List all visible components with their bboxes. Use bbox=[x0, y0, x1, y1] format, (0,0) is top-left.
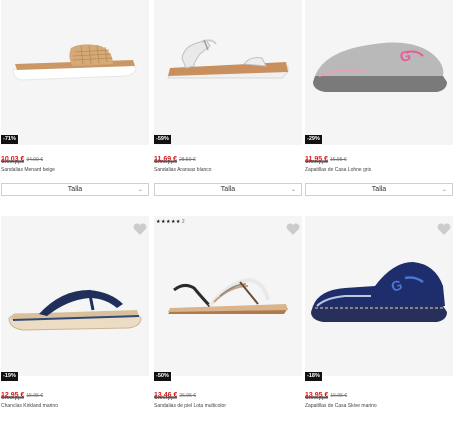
discount-badge: -19% bbox=[1, 372, 18, 381]
product-name[interactable]: Zapatillas de Casa Skive marino bbox=[305, 403, 377, 409]
brand-name: Gioseppo bbox=[305, 395, 329, 401]
sandal-multicolor-image bbox=[168, 277, 288, 314]
brand-name: Gioseppo bbox=[1, 395, 25, 401]
discount-badge: -50% bbox=[154, 372, 171, 381]
product-image[interactable] bbox=[1, 0, 149, 145]
brand-name: Gioseppo bbox=[305, 159, 329, 165]
chevron-down-icon: ⌄ bbox=[441, 187, 447, 193]
chevron-down-icon: ⌄ bbox=[137, 187, 143, 193]
product-card[interactable]: -19% 12.95 €15.95 € Gioseppo Chanclas Ki… bbox=[1, 216, 149, 422]
product-grid: -71% 10.03 €34.90 € Gioseppo Sandalias M… bbox=[0, 0, 475, 422]
product-image[interactable]: G bbox=[305, 216, 453, 376]
product-card[interactable]: -71% 10.03 €34.90 € Gioseppo Sandalias M… bbox=[1, 0, 149, 200]
heart-icon[interactable] bbox=[286, 222, 300, 235]
old-price: 28.50 € bbox=[178, 157, 196, 163]
product-card[interactable]: G -29% 11.95 €16.95 € Gioseppo Zapatilla… bbox=[305, 0, 453, 200]
brand-name: Gioseppo bbox=[154, 159, 178, 165]
size-select-label: Talla bbox=[220, 186, 236, 193]
slipper-navy-image: G bbox=[311, 262, 447, 322]
heart-icon[interactable] bbox=[133, 222, 147, 235]
product-image[interactable] bbox=[1, 216, 149, 376]
product-card[interactable]: G -18% 13.95 €16.95 € Gioseppo Zapatilla… bbox=[305, 216, 453, 422]
product-name[interactable]: Chanclas Kirkland marino bbox=[1, 403, 58, 409]
old-price: 16.95 € bbox=[329, 157, 347, 163]
sandal-white-strap-image bbox=[167, 39, 289, 79]
product-image[interactable]: G bbox=[305, 0, 453, 145]
brand-name: Gioseppo bbox=[1, 159, 25, 165]
product-card[interactable]: -59% 11.69 €28.50 € Gioseppo Sandalias A… bbox=[154, 0, 302, 200]
product-name[interactable]: Sandalias de piel Lota multicolor bbox=[154, 403, 226, 409]
rating-count: 2 bbox=[181, 219, 186, 225]
product-image[interactable] bbox=[154, 0, 302, 145]
sandal-braided-tan-image bbox=[12, 44, 137, 81]
rating-stars: ★★★★★2 bbox=[156, 219, 185, 225]
flipflop-navy-image bbox=[8, 289, 142, 331]
discount-badge: -71% bbox=[1, 135, 18, 144]
size-select[interactable]: Talla ⌄ bbox=[154, 183, 302, 196]
heart-icon[interactable] bbox=[437, 222, 451, 235]
old-price: 16.95 € bbox=[330, 393, 348, 399]
discount-badge: -59% bbox=[154, 135, 171, 144]
slipper-grey-pink-image: G bbox=[313, 42, 447, 92]
discount-badge: -18% bbox=[305, 372, 322, 381]
product-card[interactable]: ★★★★★2 -50% 13.46 €26.95 € Gioseppo Sand… bbox=[154, 216, 302, 422]
discount-badge: -29% bbox=[305, 135, 322, 144]
size-select-label: Talla bbox=[371, 186, 387, 193]
size-select[interactable]: Talla ⌄ bbox=[305, 183, 453, 196]
brand-name: Gioseppo bbox=[154, 395, 178, 401]
old-price: 26.95 € bbox=[179, 393, 197, 399]
star-rating: ★★★★★ bbox=[156, 219, 181, 225]
old-price: 15.95 € bbox=[26, 393, 44, 399]
product-name[interactable]: Sandalias Aransas blanco bbox=[154, 167, 212, 173]
product-name[interactable]: Sandalias Menard beige bbox=[1, 167, 55, 173]
size-select[interactable]: Talla ⌄ bbox=[1, 183, 149, 196]
chevron-down-icon: ⌄ bbox=[290, 187, 296, 193]
product-image[interactable] bbox=[154, 216, 302, 376]
product-name[interactable]: Zapatillas de Casa Lohne gris bbox=[305, 167, 371, 173]
old-price: 34.90 € bbox=[26, 157, 44, 163]
size-select-label: Talla bbox=[67, 186, 83, 193]
